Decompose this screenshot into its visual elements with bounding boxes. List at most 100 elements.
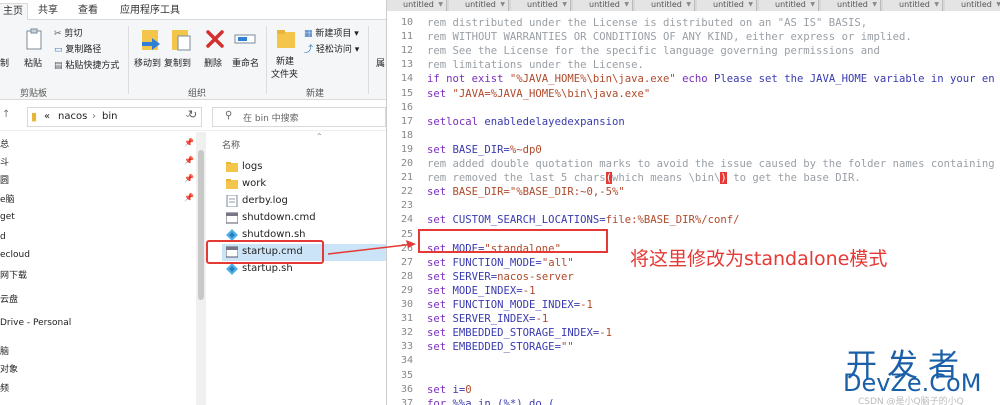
new-folder-icon: [277, 30, 295, 48]
code-token: SERVER=: [452, 270, 498, 283]
startup-cmd-highlight-box: [206, 240, 324, 264]
easy-access-button[interactable]: ⤴ 轻松访问 ▾: [304, 42, 359, 55]
editor-tab[interactable]: untitled: [759, 0, 819, 11]
pin-icon: 📌: [184, 193, 194, 202]
delete-button[interactable]: 删除: [204, 56, 222, 69]
line-number: 33: [400, 341, 413, 353]
tab-app-tools[interactable]: 应用程序工具: [116, 3, 184, 20]
new-folder-button-line1[interactable]: 新建: [276, 54, 294, 67]
watermark-logo-bottom: DevZe.CoM: [843, 369, 982, 397]
nav-item[interactable]: 脑: [0, 344, 9, 357]
nav-item[interactable]: 对象: [0, 362, 18, 375]
column-header-name[interactable]: 名称: [222, 138, 240, 151]
editor-tab[interactable]: untitled: [697, 0, 757, 11]
editor-tab[interactable]: untitled: [511, 0, 571, 11]
editor-tab[interactable]: untitled: [945, 0, 1000, 11]
code-token: SERVER_INDEX=: [452, 313, 536, 326]
breadcrumb-nacos[interactable]: nacos: [58, 111, 87, 122]
line-number: 21: [400, 172, 413, 184]
code-line: set i=0: [427, 384, 472, 396]
clipboard-icon: [26, 28, 42, 50]
copy-button-partial[interactable]: 制: [0, 56, 9, 69]
copy-to-button[interactable]: 复制到: [164, 56, 191, 69]
easy-access-icon: ⤴: [304, 45, 314, 55]
line-number: 16: [400, 101, 413, 113]
code-token: file:%BASE_DIR%/conf/: [605, 214, 740, 227]
editor-tab[interactable]: untitled: [883, 0, 943, 11]
code-token: -1: [535, 313, 549, 326]
file-row-shutdown-cmd[interactable]: shutdown.cmd: [222, 210, 386, 227]
line-number: 23: [400, 200, 413, 212]
refresh-icon[interactable]: ↻: [188, 108, 197, 121]
line-number: 17: [400, 115, 413, 127]
nav-item[interactable]: 圆: [0, 173, 9, 186]
cut-button[interactable]: ✂ 剪切: [54, 26, 82, 39]
paste-shortcut-button[interactable]: ▤ 粘贴快捷方式: [54, 58, 119, 71]
code-token: FUNCTION_MODE_INDEX=: [452, 299, 581, 311]
nav-scrollbar-thumb[interactable]: [198, 150, 204, 300]
code-token: nacos-server: [497, 270, 574, 283]
delete-icon: [206, 30, 224, 48]
code-token: BASE_DIR=: [452, 143, 510, 156]
line-number: 19: [400, 143, 413, 155]
nav-item[interactable]: 频: [0, 381, 9, 394]
file-name: derby.log: [242, 195, 288, 206]
editor-tab[interactable]: untitled: [449, 0, 509, 11]
tab-home[interactable]: 主页: [0, 3, 28, 20]
nav-item[interactable]: get: [0, 212, 15, 222]
properties-button-partial[interactable]: 属: [376, 56, 385, 69]
code-token: -1: [599, 327, 612, 340]
navigation-pane: 总 📌 斗 📌 圆 📌 e脑 📌 get d ecloud 网下载 云盘 Dri…: [0, 132, 205, 405]
line-number: 22: [400, 186, 413, 198]
search-icon: ⚲: [225, 110, 233, 121]
breadcrumb-overflow[interactable]: «: [44, 111, 50, 122]
file-list: 名称 ⌃ logs work derby.log shutdown.cmd sh…: [208, 132, 386, 405]
search-input[interactable]: ⚲ 在 bin 中搜索: [212, 107, 386, 127]
csdn-watermark: CSDN @是小Q脑子的小Q: [858, 397, 964, 405]
nav-item[interactable]: 云盘: [0, 292, 18, 305]
file-row-derby-log[interactable]: derby.log: [222, 193, 386, 210]
paste-button[interactable]: 粘贴: [24, 56, 42, 69]
code-line: set FUNCTION_MODE_INDEX=-1: [427, 299, 593, 311]
nav-item[interactable]: 斗: [0, 155, 9, 168]
up-arrow-icon[interactable]: ↑: [2, 109, 10, 120]
line-number: 34: [400, 355, 413, 367]
editor-tab[interactable]: untitled: [821, 0, 881, 11]
copy-path-button[interactable]: ▭ 复制路径: [54, 42, 101, 55]
code-token: rem WITHOUT WARRANTIES OR CONDITIONS OF …: [427, 31, 912, 44]
address-bar[interactable]: ▮ « nacos › bin ⌄: [27, 107, 202, 127]
code-token: "%JAVA_HOME%\bin\java.exe": [509, 73, 676, 86]
new-folder-button-line2[interactable]: 文件夹: [271, 67, 298, 80]
nav-item[interactable]: e脑: [0, 192, 15, 205]
code-token: Please set the JAVA_HOME variable in you…: [714, 73, 995, 86]
code-token: to get the base DIR.: [726, 172, 861, 185]
rename-button[interactable]: 重命名: [232, 56, 259, 69]
nav-item[interactable]: 总: [0, 137, 9, 150]
file-row-work[interactable]: work: [222, 176, 386, 193]
move-to-button[interactable]: 移动到: [134, 56, 161, 69]
cmd-file-icon: [226, 212, 238, 224]
code-token: rem distributed under the License is dis…: [427, 17, 868, 29]
new-item-button[interactable]: ▦ 新建项目 ▾: [304, 26, 359, 39]
code-token: %~dp0: [509, 143, 542, 156]
breadcrumb-bin[interactable]: bin: [102, 111, 117, 122]
tab-share[interactable]: 共享: [34, 3, 62, 20]
nav-item[interactable]: ecloud: [0, 250, 30, 260]
tab-view[interactable]: 查看: [74, 3, 102, 20]
code-line: rem distributed under the License is dis…: [427, 17, 867, 29]
nav-item[interactable]: Drive - Personal: [0, 318, 71, 328]
code-token: set: [427, 186, 453, 199]
annotation-text: 将这里修改为standalone模式: [630, 248, 888, 270]
code-line: rem removed the last 5 chars(which means…: [427, 172, 861, 185]
file-row-logs[interactable]: logs: [222, 159, 386, 176]
nav-item[interactable]: 网下载: [0, 268, 27, 281]
editor-tab[interactable]: untitled: [387, 0, 447, 11]
code-token: echo: [675, 73, 715, 86]
editor-tab[interactable]: untitled: [573, 0, 633, 11]
editor-tab[interactable]: untitled: [635, 0, 695, 11]
nav-item[interactable]: d: [0, 232, 6, 242]
ribbon-divider: [266, 26, 267, 94]
code-line: for %%a in (%*) do (: [427, 398, 555, 405]
ribbon: 制 粘贴 ✂ 剪切 ▭ 复制路径 ▤ 粘贴快捷方式 剪贴板 移动到 复制到 删除…: [0, 20, 386, 100]
code-token: MODE_INDEX=: [452, 284, 523, 297]
